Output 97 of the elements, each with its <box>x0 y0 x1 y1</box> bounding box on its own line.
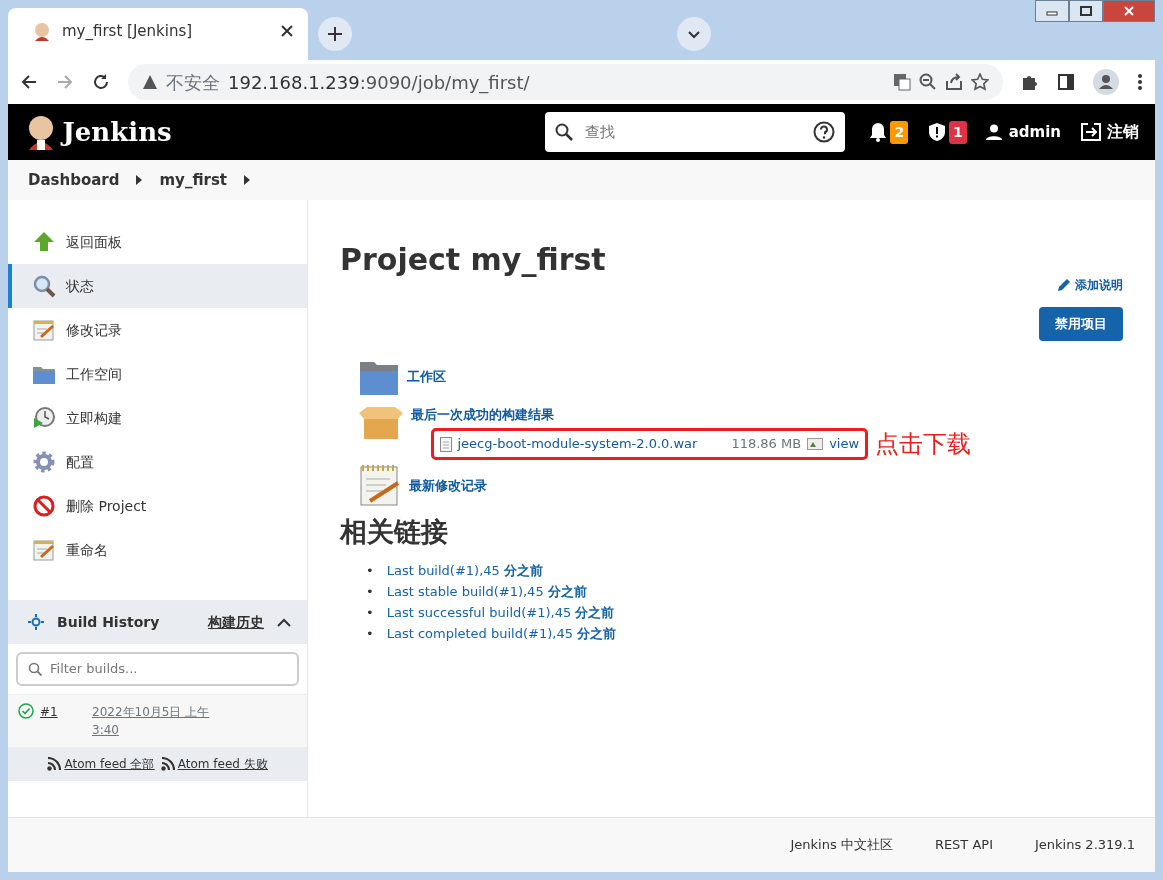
reload-icon[interactable] <box>92 73 110 91</box>
footer-link[interactable]: Jenkins 中文社区 <box>790 835 893 855</box>
logout-icon <box>1080 123 1101 141</box>
translate-icon[interactable] <box>893 73 911 91</box>
bullet: • <box>366 562 374 581</box>
artifact-link[interactable]: jeecg-boot-module-system-2.0.0.war <box>457 434 698 454</box>
annotation-text: 点击下载 <box>874 429 971 460</box>
sidebar-item[interactable]: 返回面板 <box>8 220 307 264</box>
shield-icon[interactable] <box>927 122 946 142</box>
profile-icon[interactable] <box>1093 69 1119 95</box>
notification-count: 2 <box>890 120 909 144</box>
atom-feed-link[interactable]: Atom feed 全部 <box>47 755 155 773</box>
user-icon <box>986 124 1003 140</box>
section-heading: 相关链接 <box>340 516 449 549</box>
side-panel-icon[interactable] <box>1057 73 1075 91</box>
rss-icon <box>47 757 62 771</box>
footer-link[interactable]: Jenkins 2.319.1 <box>1035 835 1135 855</box>
sidebar-item[interactable]: 配置 <box>8 440 307 484</box>
close-window-button[interactable] <box>1103 0 1155 22</box>
star-icon[interactable] <box>971 73 989 91</box>
magnifier-icon <box>32 274 56 298</box>
atom-feed-link[interactable]: Atom feed 失败 <box>160 755 268 773</box>
sidebar-item[interactable]: 删除 Project <box>8 484 307 528</box>
page-title: Project my_first <box>340 242 607 278</box>
bullet: • <box>366 625 374 644</box>
last-success-link[interactable]: 最后一次成功的构建结果 <box>410 404 971 424</box>
security-warning: 不安全 <box>166 70 220 95</box>
footer-link[interactable]: REST API <box>934 835 993 855</box>
sidebar-item[interactable]: 修改记录 <box>8 308 307 352</box>
puzzle-icon[interactable] <box>1021 73 1039 91</box>
related-link[interactable]: Last build(#1),45 分之前 <box>386 560 543 582</box>
build-number-link[interactable]: #1 <box>40 703 86 739</box>
history-link[interactable]: 构建历史 <box>208 611 264 633</box>
more-icon[interactable] <box>1137 73 1143 91</box>
logout-link[interactable]: 注销 <box>1080 120 1139 144</box>
close-icon <box>1123 6 1135 16</box>
rss-icon <box>160 757 175 771</box>
filter-box[interactable]: Filter builds... <box>16 652 299 686</box>
section-title: Build History <box>57 612 161 632</box>
breadcrumb-link[interactable]: Dashboard <box>28 168 120 192</box>
tab-list-button[interactable] <box>676 17 711 51</box>
warning-icon <box>142 74 158 90</box>
related-link[interactable]: Last stable build(#1),45 分之前 <box>386 581 587 603</box>
clock-play-icon <box>32 406 56 430</box>
share-icon[interactable] <box>945 73 963 91</box>
chevron-right-icon[interactable] <box>243 175 251 185</box>
back-icon[interactable] <box>20 73 38 91</box>
workspace-link[interactable]: 工作区 <box>406 366 446 387</box>
changes-link[interactable]: 最新修改记录 <box>408 476 487 496</box>
notepad-icon <box>32 538 56 562</box>
zoom-out-icon[interactable] <box>919 73 937 91</box>
related-link[interactable]: Last completed build(#1),45 分之前 <box>386 623 617 645</box>
notepad-icon <box>358 463 402 509</box>
search-icon <box>555 123 574 141</box>
add-description-link[interactable]: 添加说明 <box>1055 276 1123 294</box>
bullet: • <box>366 583 374 602</box>
url-text: 192.168.1.239:9090/job/my_first/ <box>228 70 530 96</box>
user-link[interactable]: admin <box>986 120 1061 144</box>
chevron-right-icon[interactable] <box>135 175 144 185</box>
sidebar-item[interactable]: 立即构建 <box>8 396 307 440</box>
sidebar-item[interactable]: 工作空间 <box>8 352 307 396</box>
search-box[interactable]: 查找 <box>545 112 846 152</box>
pencil-icon <box>1055 277 1072 293</box>
arrow-up-icon <box>32 230 56 254</box>
maximize-icon <box>1080 6 1092 16</box>
close-icon[interactable] <box>280 24 294 38</box>
tab-title: my_first [Jenkins] <box>62 20 194 42</box>
notepad-icon <box>32 318 56 342</box>
brand-name[interactable]: Jenkins <box>62 112 172 152</box>
butler-logo-icon <box>26 114 56 150</box>
sidebar-item[interactable]: 状态 <box>8 264 307 308</box>
maximize-button[interactable] <box>1069 0 1103 22</box>
gear-icon <box>32 450 56 474</box>
plus-icon <box>327 26 343 42</box>
image-icon <box>807 438 824 450</box>
related-link[interactable]: Last successful build(#1),45 分之前 <box>386 602 615 624</box>
file-size: 118.86 MB <box>731 435 802 454</box>
breadcrumb-link[interactable]: my_first <box>159 168 227 192</box>
bell-icon[interactable] <box>869 122 888 142</box>
help-icon <box>813 121 836 143</box>
bullet: • <box>366 604 374 623</box>
view-link[interactable]: view <box>829 434 860 454</box>
new-tab-button[interactable] <box>318 17 352 51</box>
success-check-icon <box>18 703 34 719</box>
file-icon <box>439 436 452 452</box>
no-entry-icon <box>32 494 56 518</box>
butler-icon <box>32 21 52 41</box>
search-icon <box>28 662 42 676</box>
sun-icon <box>28 614 44 630</box>
browser-tab[interactable]: my_first [Jenkins] <box>8 8 308 60</box>
chevron-up-icon[interactable] <box>277 617 291 627</box>
build-time-link[interactable]: 2022年10月5日 上午 3:40 <box>92 703 212 739</box>
address-field[interactable]: 不安全 192.168.1.239:9090/job/my_first/ <box>128 64 1003 100</box>
sidebar-item[interactable]: 重命名 <box>8 528 307 572</box>
security-count: 1 <box>948 120 967 144</box>
disable-project-button[interactable]: 禁用项目 <box>1039 307 1123 341</box>
box-icon <box>358 404 404 441</box>
